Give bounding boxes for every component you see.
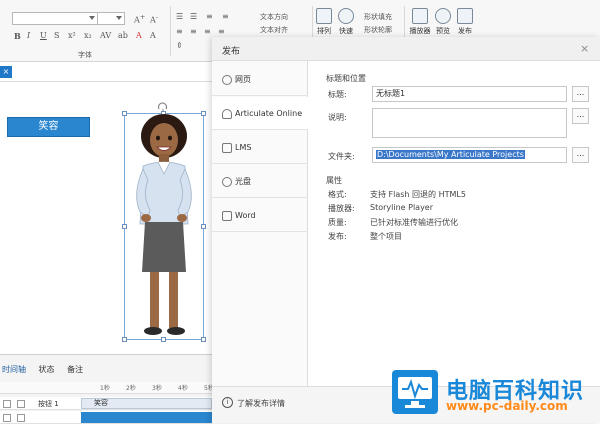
font-color-icon[interactable]: A xyxy=(136,31,142,40)
justify-icon[interactable]: ≡ xyxy=(218,27,225,36)
font-group-label: 字体 xyxy=(78,51,92,59)
timeline-tabs: 时间轴 状态 备注 xyxy=(2,364,93,375)
shrink-font-icon[interactable]: A- xyxy=(150,13,158,25)
folder-browse-button[interactable]: ... xyxy=(572,147,589,163)
underline-icon[interactable]: U xyxy=(40,31,47,40)
monitor-logo-icon xyxy=(392,370,438,414)
lock-checkbox[interactable] xyxy=(17,400,25,408)
tab-timeline[interactable]: 时间轴 xyxy=(2,365,26,374)
timeline-row-name: 按钮 1 xyxy=(38,400,59,408)
shape-outline-button[interactable]: 形状轮廓 xyxy=(364,25,392,35)
bold-icon[interactable]: B xyxy=(14,31,21,41)
outdent-icon[interactable]: ≡ xyxy=(222,12,229,21)
arrange-icon xyxy=(316,8,332,24)
subscript-icon[interactable]: x₂ xyxy=(84,31,92,40)
highlight-icon[interactable]: ab xyxy=(118,31,128,40)
font-name-combo[interactable] xyxy=(12,12,98,25)
title-field[interactable]: 无标题1 xyxy=(372,86,567,102)
globe-icon xyxy=(222,75,232,85)
tab-notes[interactable]: 备注 xyxy=(67,365,83,374)
prop-player-link[interactable]: Storyline Player xyxy=(370,203,433,212)
prop-publish-link[interactable]: 整个项目 xyxy=(370,231,402,242)
preview-button[interactable]: 预览 xyxy=(432,8,454,36)
title-label: 标题: xyxy=(328,90,347,99)
learn-more-link[interactable]: 了解发布详情 xyxy=(237,398,285,409)
ruler-mark: 3秒 xyxy=(152,385,162,392)
quick-styles-button[interactable]: 快速 xyxy=(336,8,356,36)
numbering-icon[interactable]: ☰ xyxy=(190,12,197,21)
timeline-clip[interactable]: 笑容 xyxy=(81,398,212,409)
dialog-close-button[interactable]: × xyxy=(580,42,589,55)
word-icon xyxy=(222,211,232,221)
quick-styles-icon xyxy=(338,8,354,24)
ribbon-separator xyxy=(170,6,171,56)
description-browse-button[interactable]: ... xyxy=(572,108,589,124)
line-spacing-icon[interactable]: ⇕ xyxy=(176,41,183,50)
timeline-clip-selected[interactable] xyxy=(81,412,212,423)
dialog-title-bar xyxy=(212,37,600,61)
prop-format-link[interactable]: 支持 Flash 回退的 HTML5 xyxy=(370,189,466,200)
tab-states[interactable]: 状态 xyxy=(39,365,55,374)
player-button[interactable]: 播放器 xyxy=(408,8,432,36)
slide-smile-button[interactable]: 笑容 xyxy=(7,117,90,137)
section-title-location: 标题和位置 xyxy=(326,74,366,83)
prop-key: 发布: xyxy=(328,232,347,241)
folder-field[interactable]: D:\Documents\My Articulate Projects xyxy=(372,147,567,163)
text-direction-button[interactable]: 文本方向 xyxy=(260,12,288,22)
articulate-online-icon xyxy=(222,109,232,119)
visibility-checkbox[interactable] xyxy=(3,414,11,422)
description-field[interactable] xyxy=(372,108,567,138)
bullets-icon[interactable]: ☰ xyxy=(176,12,183,21)
arrange-button[interactable]: 排列 xyxy=(315,8,333,36)
align-right-icon[interactable]: ≡ xyxy=(204,27,211,36)
char-spacing-icon[interactable]: AV xyxy=(100,31,111,40)
superscript-icon[interactable]: x² xyxy=(68,31,76,40)
text-align-button[interactable]: 文本对齐 xyxy=(260,25,288,35)
folder-path-selected: D:\Documents\My Articulate Projects xyxy=(376,150,525,159)
shape-fill-button[interactable]: 形状填充 xyxy=(364,12,392,22)
rotate-handle-icon[interactable] xyxy=(156,100,170,112)
site-logo-url: www.pc-daily.com xyxy=(446,399,568,413)
publish-ribbon-button[interactable]: 发布 xyxy=(454,8,476,36)
strikethrough-icon[interactable]: S xyxy=(54,31,59,40)
ruler-mark: 4秒 xyxy=(178,385,188,392)
cd-icon xyxy=(222,177,232,187)
italic-icon[interactable]: I xyxy=(27,31,30,40)
clear-format-icon[interactable]: A xyxy=(150,31,156,40)
indent-icon[interactable]: ≡ xyxy=(206,12,213,21)
lms-icon xyxy=(222,143,232,153)
prop-key: 质量: xyxy=(328,218,347,227)
player-icon xyxy=(412,8,428,24)
description-label: 说明: xyxy=(328,113,347,122)
prop-quality-link[interactable]: 已针对标准传输进行优化 xyxy=(370,217,458,228)
grow-font-icon[interactable]: A+ xyxy=(134,13,145,25)
lock-checkbox[interactable] xyxy=(17,414,25,422)
ruler-mark: 2秒 xyxy=(126,385,136,392)
tab-close-button[interactable]: × xyxy=(0,66,12,78)
publish-icon xyxy=(457,8,473,24)
folder-label: 文件夹: xyxy=(328,152,355,161)
prop-key: 播放器: xyxy=(328,204,355,213)
ruler-mark: 1秒 xyxy=(100,385,110,392)
properties-title: 属性 xyxy=(326,176,342,185)
visibility-checkbox[interactable] xyxy=(3,400,11,408)
title-browse-button[interactable]: ... xyxy=(572,86,589,102)
align-left-icon[interactable]: ≡ xyxy=(176,27,183,36)
dialog-title: 发布 xyxy=(222,47,241,57)
preview-icon xyxy=(435,8,451,24)
character-illustration xyxy=(136,114,192,335)
font-size-combo[interactable] xyxy=(97,12,125,25)
align-center-icon[interactable]: ≡ xyxy=(190,27,197,36)
info-icon: i xyxy=(222,397,233,408)
prop-key: 格式: xyxy=(328,190,347,199)
